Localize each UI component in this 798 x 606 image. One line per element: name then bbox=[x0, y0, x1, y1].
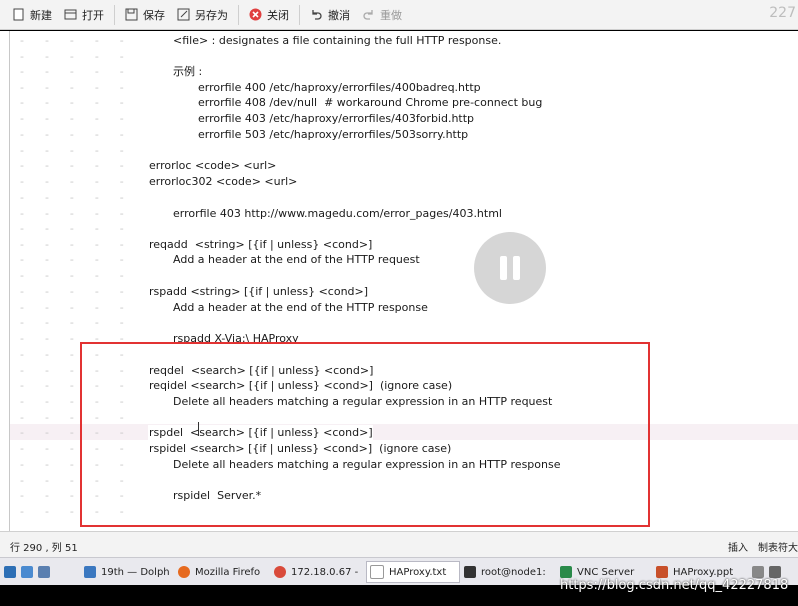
line-text: <file> : designates a file containing th… bbox=[172, 33, 502, 48]
watermark: https://blog.csdn.net/qq_42227818 bbox=[560, 578, 789, 593]
whitespace-markers: - - - - - bbox=[20, 112, 124, 125]
task-label: 172.18.0.67 - bbox=[291, 566, 359, 578]
whitespace-markers: - - - - - bbox=[20, 253, 124, 266]
save-as-icon bbox=[177, 8, 190, 21]
open-folder-icon bbox=[64, 9, 77, 20]
task-terminal[interactable]: root@node1: bbox=[464, 561, 552, 583]
editor-gutter bbox=[0, 31, 10, 531]
open-label: 打开 bbox=[82, 8, 104, 22]
whitespace-markers: - - - - - bbox=[20, 285, 124, 298]
status-bar: 行 290 , 列 51 插入 制表符大 bbox=[0, 531, 798, 557]
new-file-icon bbox=[13, 8, 24, 21]
task-label: HAProxy.txt bbox=[389, 566, 447, 578]
vnc-icon bbox=[560, 566, 572, 578]
line-text: errorfile 403 http://www.magedu.com/erro… bbox=[172, 206, 502, 221]
save-as-button[interactable]: 另存为 bbox=[171, 3, 234, 27]
whitespace-markers: - - - - - bbox=[20, 65, 124, 78]
cursor-position: 行 290 , 列 51 bbox=[10, 543, 78, 554]
save-button[interactable]: 保存 bbox=[119, 3, 171, 27]
line-text: errorloc302 <code> <url> bbox=[148, 174, 298, 189]
close-label: 关闭 bbox=[267, 8, 289, 22]
close-icon bbox=[249, 8, 262, 21]
text-editor-area[interactable]: - - - - - <file> : designates a file cont… bbox=[0, 31, 798, 531]
task-haproxy-txt[interactable]: HAProxy.txt bbox=[366, 561, 460, 583]
pause-icon[interactable] bbox=[474, 232, 546, 304]
toolbar-separator bbox=[114, 4, 115, 25]
undo-icon bbox=[312, 10, 322, 20]
text-file-icon bbox=[370, 565, 384, 579]
line-text: errorloc <code> <url> bbox=[148, 158, 277, 173]
new-button[interactable]: 新建 bbox=[6, 3, 58, 27]
open-button[interactable]: 打开 bbox=[58, 3, 110, 27]
whitespace-markers: - - - - - bbox=[20, 81, 124, 94]
line-text: errorfile 400 /etc/haproxy/errorfiles/40… bbox=[197, 80, 481, 95]
task-label: root@node1: bbox=[481, 566, 546, 578]
whitespace-markers: - - - - - bbox=[20, 34, 124, 47]
line-text: errorfile 403 /etc/haproxy/errorfiles/40… bbox=[197, 111, 475, 126]
corner-number: 227 bbox=[769, 5, 796, 21]
mail-icon[interactable] bbox=[21, 566, 33, 578]
chrome-icon bbox=[274, 566, 286, 578]
line-text: Add a header at the end of the HTTP resp… bbox=[172, 300, 428, 315]
redo-icon bbox=[363, 10, 373, 20]
presentation-icon bbox=[656, 566, 668, 578]
lock-icon[interactable] bbox=[752, 566, 764, 578]
line-text: errorfile 408 /dev/null # workaround Chr… bbox=[197, 95, 543, 110]
redo-button[interactable]: 重做 bbox=[356, 3, 408, 27]
terminal-icon bbox=[464, 566, 476, 578]
whitespace-markers: - - - - - bbox=[20, 269, 124, 282]
whitespace-markers: - - - - - bbox=[20, 238, 124, 251]
toolbar-separator bbox=[238, 4, 239, 25]
task-label: 19th — Dolph bbox=[101, 566, 170, 578]
whitespace-markers: - - - - - bbox=[20, 301, 124, 314]
toolbar: 新建 打开 保存 另存为 关闭 撤消 重做 227 bbox=[0, 0, 798, 30]
tab-width[interactable]: 制表符大 bbox=[758, 539, 798, 554]
toolbar-separator bbox=[299, 4, 300, 25]
undo-label: 撤消 bbox=[328, 8, 350, 22]
desktop-icon[interactable] bbox=[38, 566, 50, 578]
save-as-label: 另存为 bbox=[195, 8, 228, 22]
task-chrome[interactable]: 172.18.0.67 - bbox=[274, 561, 362, 583]
line-text: errorfile 503 /etc/haproxy/errorfiles/50… bbox=[197, 127, 469, 142]
task-label: VNC Server bbox=[577, 566, 635, 578]
dolphin-icon bbox=[84, 566, 96, 578]
whitespace-markers: - - - - - bbox=[20, 96, 124, 109]
whitespace-markers: - - - - - bbox=[20, 222, 124, 235]
task-label: HAProxy.ppt bbox=[673, 566, 734, 578]
task-label: Mozilla Firefo bbox=[195, 566, 261, 578]
kde-menu-icon[interactable] bbox=[4, 566, 16, 578]
launcher-icons[interactable] bbox=[4, 561, 82, 583]
whitespace-markers: - - - - - bbox=[20, 159, 124, 172]
task-firefox[interactable]: Mozilla Firefo bbox=[178, 561, 268, 583]
line-text: Add a header at the end of the HTTP requ… bbox=[172, 252, 420, 267]
save-icon bbox=[125, 8, 138, 21]
red-annotation-box bbox=[80, 342, 650, 527]
new-label: 新建 bbox=[30, 8, 52, 22]
firefox-icon bbox=[178, 566, 190, 578]
whitespace-markers: - - - - - bbox=[20, 50, 124, 63]
close-button[interactable]: 关闭 bbox=[243, 3, 295, 27]
redo-label: 重做 bbox=[380, 8, 402, 22]
whitespace-markers: - - - - - bbox=[20, 191, 124, 204]
network-icon[interactable] bbox=[769, 566, 781, 578]
line-text: reqadd <string> [{if | unless} <cond>] bbox=[148, 237, 373, 252]
insert-mode[interactable]: 插入 bbox=[728, 539, 748, 554]
save-label: 保存 bbox=[143, 8, 165, 22]
whitespace-markers: - - - - - bbox=[20, 128, 124, 141]
whitespace-markers: - - - - - bbox=[20, 207, 124, 220]
whitespace-markers: - - - - - bbox=[20, 175, 124, 188]
whitespace-markers: - - - - - bbox=[20, 144, 124, 157]
undo-button[interactable]: 撤消 bbox=[304, 3, 356, 27]
whitespace-markers: - - - - - bbox=[20, 316, 124, 329]
line-text: 示例 : bbox=[172, 64, 203, 79]
task-dolphin[interactable]: 19th — Dolph bbox=[84, 561, 172, 583]
line-text: rspadd <string> [{if | unless} <cond>] bbox=[148, 284, 369, 299]
